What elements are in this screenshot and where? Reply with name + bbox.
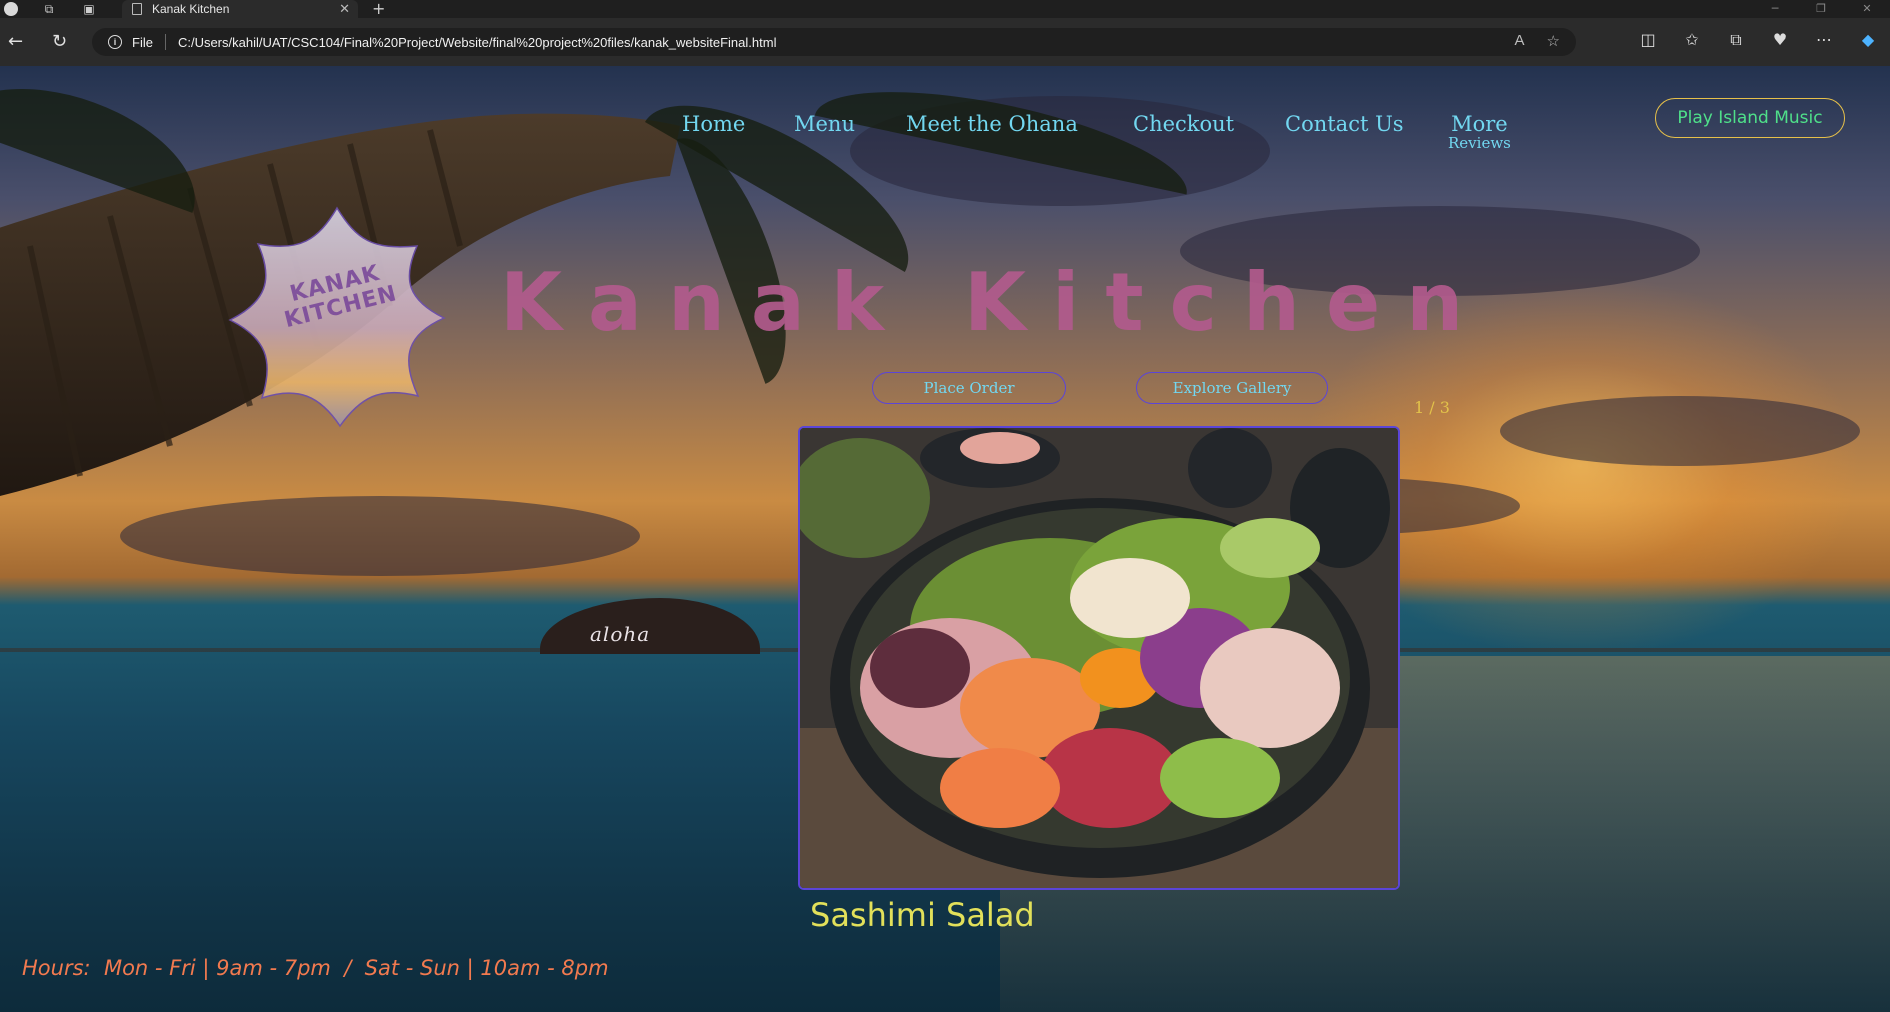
copilot-icon[interactable]: ◆ — [1846, 30, 1890, 50]
restore-icon[interactable]: ❐ — [1798, 0, 1844, 18]
page-icon — [132, 3, 142, 15]
tab-actions-icon[interactable]: ▣ — [80, 0, 98, 18]
nav-checkout[interactable]: Checkout — [1133, 112, 1234, 136]
nav-contact-link[interactable]: Contact Us — [1285, 112, 1404, 136]
back-icon[interactable]: ← — [8, 32, 23, 52]
address-bar[interactable]: i File C:/Users/kahil/UAT/CSC104/Final%2… — [92, 28, 1576, 56]
split-screen-icon[interactable]: ◫ — [1626, 30, 1670, 50]
refresh-icon[interactable]: ↻ — [52, 32, 67, 52]
close-tab-icon[interactable]: ✕ — [339, 0, 350, 18]
explore-gallery-button[interactable]: Explore Gallery — [1136, 372, 1328, 404]
minimize-icon[interactable]: ─ — [1752, 0, 1798, 18]
place-order-button[interactable]: Place Order — [872, 372, 1066, 404]
favorite-star-icon[interactable]: ☆ — [1547, 32, 1560, 50]
tab-title: Kanak Kitchen — [152, 2, 230, 16]
info-icon[interactable]: i — [108, 35, 122, 49]
divider — [164, 34, 166, 50]
extensions-icon[interactable]: ♥ — [1758, 30, 1802, 50]
nav-ohana-link[interactable]: Meet the Ohana — [906, 112, 1078, 136]
profile-icon[interactable] — [0, 0, 18, 18]
nav-menu-link[interactable]: Menu — [794, 112, 855, 136]
browser-tab-bar: ⧉ ▣ Kanak Kitchen ✕ + ─ ❐ ✕ — [0, 0, 1890, 18]
nav-more-label[interactable]: More — [1448, 112, 1511, 136]
business-hours: Hours: Mon - Fri | 9am - 7pm / Sat - Sun… — [22, 956, 609, 980]
page-viewport: aloha Home Menu Meet the Ohana Checkout … — [0, 66, 1890, 1012]
slide-caption: Sashimi Salad — [810, 896, 1035, 934]
file-label: File — [132, 34, 153, 50]
more-menu-icon[interactable]: ⋯ — [1802, 30, 1846, 50]
slideshow-image[interactable] — [798, 426, 1400, 890]
new-tab-button[interactable]: + — [372, 0, 385, 18]
close-window-icon[interactable]: ✕ — [1844, 0, 1890, 18]
slide-counter: 1 / 3 — [1414, 398, 1450, 417]
nav-menu[interactable]: Menu — [794, 112, 855, 136]
nav-meet-the-ohana[interactable]: Meet the Ohana — [906, 112, 1078, 136]
workspaces-icon[interactable]: ⧉ — [40, 0, 58, 18]
nav-home-link[interactable]: Home — [682, 112, 745, 136]
favorites-icon[interactable]: ✩ — [1670, 30, 1714, 50]
browser-tab[interactable]: Kanak Kitchen ✕ — [122, 0, 358, 18]
island-aloha-text: aloha — [590, 622, 651, 646]
nav-checkout-link[interactable]: Checkout — [1133, 112, 1234, 136]
address-toolbar: ← ↻ i File C:/Users/kahil/UAT/CSC104/Fin… — [0, 18, 1890, 66]
nav-more-dropdown[interactable]: More Reviews — [1448, 112, 1511, 152]
nav-home[interactable]: Home — [682, 112, 745, 136]
collections-icon[interactable]: ⧉ — [1714, 30, 1758, 50]
nav-contact-us[interactable]: Contact Us — [1285, 112, 1404, 136]
play-island-music-button[interactable]: Play Island Music — [1655, 98, 1845, 138]
nav-reviews-link[interactable]: Reviews — [1448, 134, 1511, 152]
site-title: Kanak Kitchen — [500, 256, 1490, 349]
window-controls: ─ ❐ ✕ — [1752, 0, 1890, 18]
url-text[interactable]: C:/Users/kahil/UAT/CSC104/Final%20Projec… — [178, 35, 777, 50]
browser-tools: ◫ ✩ ⧉ ♥ ⋯ ◆ — [1626, 30, 1890, 50]
sashimi-salad-photo — [800, 428, 1398, 888]
cloud — [1500, 396, 1860, 466]
read-aloud-icon[interactable]: A — [1515, 32, 1525, 50]
